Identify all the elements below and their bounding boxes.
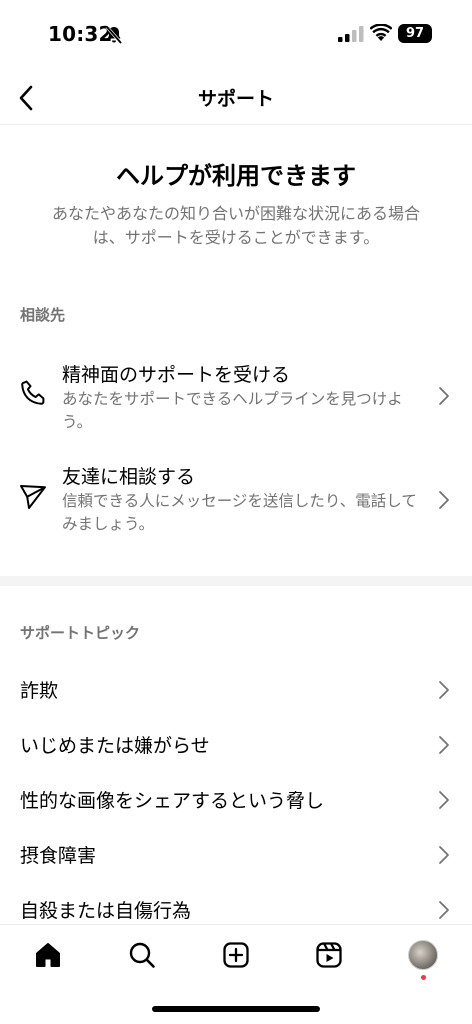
- page-title: サポート: [197, 88, 274, 110]
- tab-profile[interactable]: [405, 937, 441, 973]
- home-indicator: [152, 1006, 320, 1012]
- contact-title: 友達に相談する: [62, 466, 196, 488]
- chevron-right-icon: [439, 901, 449, 919]
- battery-indicator: 97: [398, 24, 432, 43]
- chevron-right-icon: [439, 387, 449, 405]
- contacts-section-label: 相談先: [20, 306, 66, 324]
- chevron-right-icon: [439, 491, 449, 509]
- topics-section-label: サポートトピック: [20, 624, 141, 642]
- create-icon: [223, 942, 249, 968]
- bell-muted-icon: [105, 25, 123, 45]
- help-heading: ヘルプが利用できます: [116, 162, 356, 190]
- contact-title: 精神面のサポートを受ける: [62, 364, 291, 386]
- contact-item-mental-support[interactable]: 精神面のサポートを受ける あなたをサポートできるヘルプラインを見つけよう。: [0, 360, 472, 450]
- status-time: 10:32: [48, 22, 113, 46]
- notification-dot: [421, 975, 426, 980]
- chevron-right-icon: [439, 681, 449, 699]
- phone-icon: [21, 380, 45, 405]
- topic-item-eating-disorder[interactable]: 摂食障害: [0, 827, 472, 881]
- tab-home[interactable]: [30, 937, 66, 973]
- tab-reels[interactable]: [311, 937, 347, 973]
- topic-label: 性的な画像をシェアするという脅し: [20, 790, 325, 812]
- help-description: あなたやあなたの知り合いが困難な状況にある場合は、サポートを受けることができます…: [51, 204, 420, 247]
- tab-bar: [0, 924, 472, 990]
- topic-label: 詐欺: [20, 680, 59, 702]
- tab-search[interactable]: [124, 937, 160, 973]
- chevron-right-icon: [439, 846, 449, 864]
- home-icon: [36, 943, 60, 967]
- chevron-right-icon: [439, 736, 449, 754]
- topic-label: 自殺または自傷行為: [20, 900, 192, 922]
- topic-item-bullying[interactable]: いじめまたは嫌がらせ: [0, 717, 472, 771]
- nav-bar: サポート: [0, 70, 472, 125]
- section-divider: [0, 576, 472, 586]
- topic-item-fraud[interactable]: 詐欺: [0, 662, 472, 716]
- wifi-icon: [370, 24, 392, 41]
- search-icon: [129, 942, 155, 968]
- status-bar: 10:32 97: [0, 0, 472, 70]
- contact-subtitle: 信頼できる人にメッセージを送信したり、電話してみましょう。: [62, 492, 417, 533]
- topic-label: 摂食障害: [20, 845, 97, 867]
- profile-avatar: [408, 940, 438, 970]
- chevron-right-icon: [439, 791, 449, 809]
- contact-subtitle: あなたをサポートできるヘルプラインを見つけよう。: [62, 390, 403, 431]
- tab-create[interactable]: [218, 937, 254, 973]
- send-icon: [20, 485, 46, 509]
- cellular-signal-icon: [338, 26, 364, 42]
- topic-item-sextortion[interactable]: 性的な画像をシェアするという脅し: [0, 772, 472, 826]
- contact-item-talk-to-friend[interactable]: 友達に相談する 信頼できる人にメッセージを送信したり、電話してみましょう。: [0, 462, 472, 552]
- reels-icon: [316, 942, 342, 968]
- topic-label: いじめまたは嫌がらせ: [20, 735, 210, 757]
